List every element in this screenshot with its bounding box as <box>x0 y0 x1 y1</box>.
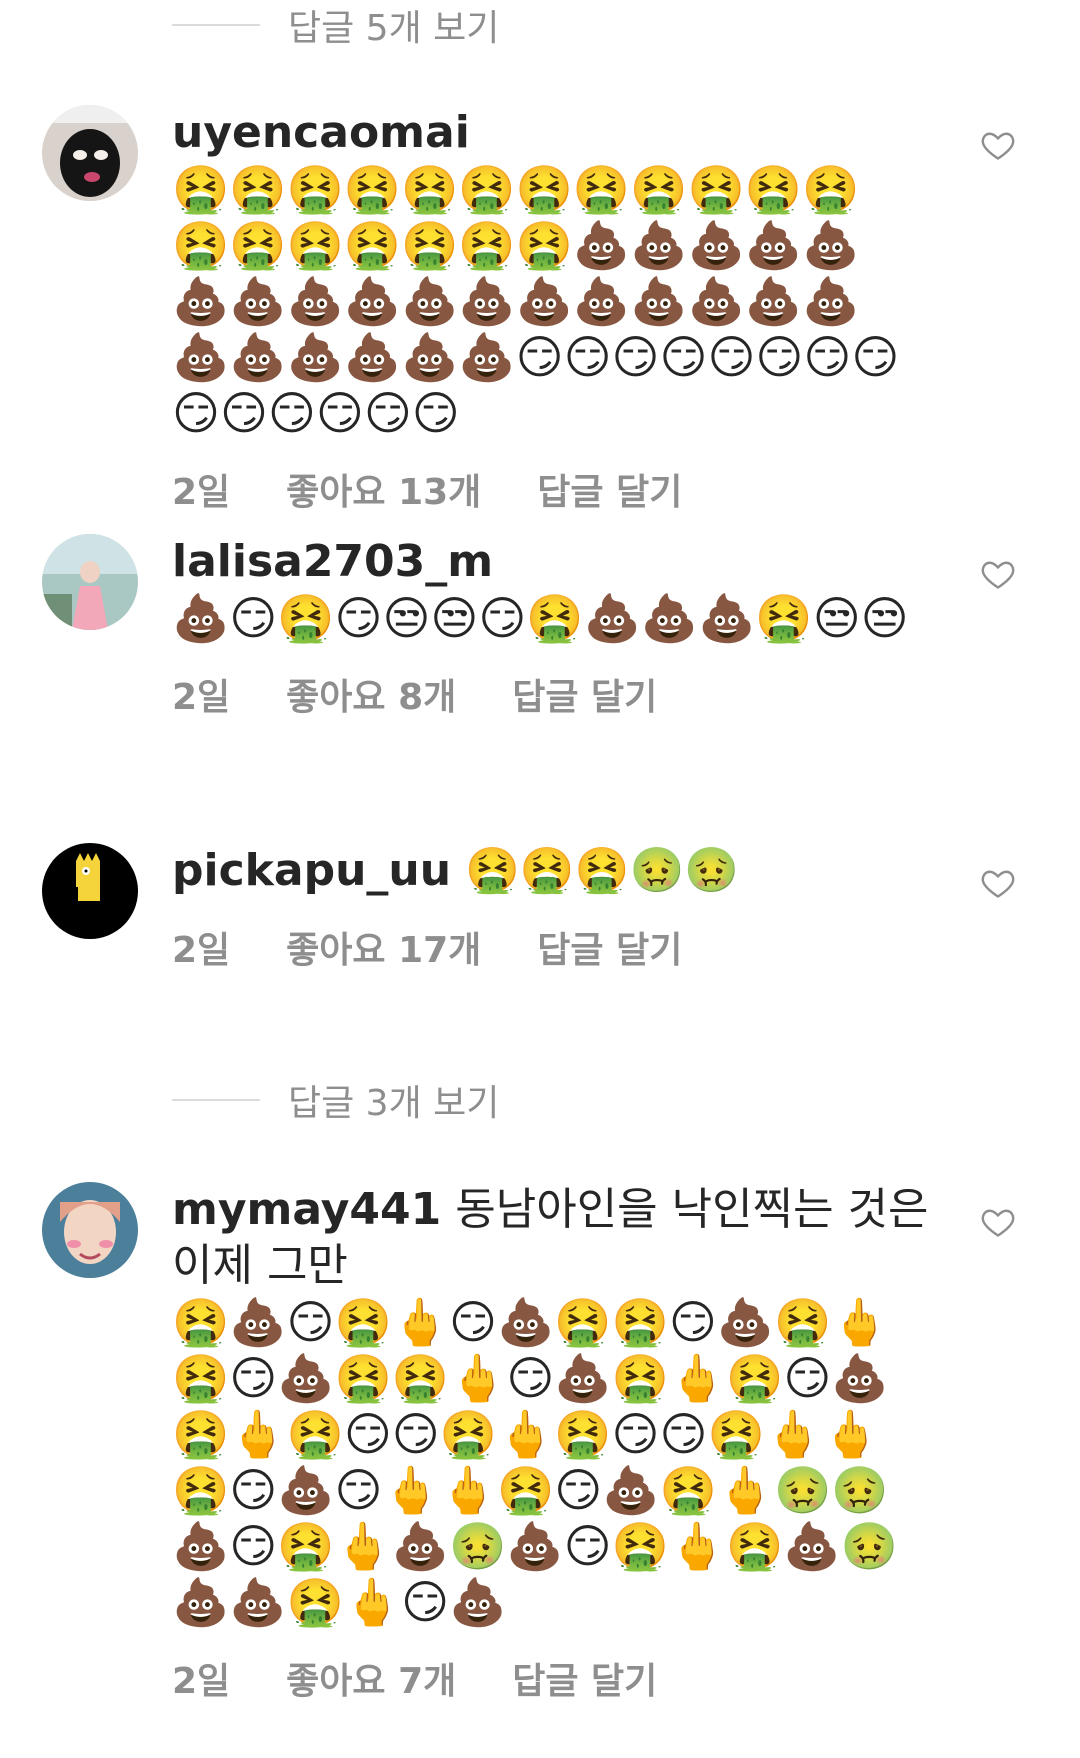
like-heart-icon[interactable] <box>980 556 1016 592</box>
like-heart-icon[interactable] <box>980 865 1016 901</box>
comment-emojis: 💩😏🤮😏😒😒😏🤮💩💩💩🤮😒😒 <box>172 591 909 645</box>
view-replies-label[interactable]: 답글 5개 보기 <box>288 0 499 51</box>
comment-meta: 2일 좋아요 7개 답글 달기 <box>172 1652 932 1704</box>
likes-count-link[interactable]: 좋아요 13개 <box>286 463 481 515</box>
avatar-image-icon <box>42 843 138 939</box>
comment-text-line: lalisa2703_m <box>172 534 932 590</box>
comment-emojis: 🤮💩😏🤮🖕😏💩🤮🤮😏💩🤮🖕🤮😏💩🤮🤮🖕😏💩🤮🖕🤮😏💩🤮🖕🤮😏😏🤮🖕🤮😏😏🤮🖕🖕🤮… <box>172 1295 898 1629</box>
comment-text-line: uyencaomai <box>172 105 932 161</box>
reply-link[interactable]: 답글 달기 <box>512 668 657 720</box>
divider-line <box>172 24 260 26</box>
comment-username[interactable]: uyencaomai <box>172 107 470 158</box>
comment-time: 2일 <box>172 1661 231 1702</box>
avatar-image-icon <box>42 105 138 201</box>
comment-username[interactable]: lalisa2703_m <box>172 536 493 587</box>
comment-text-line: pickapu_uu 🤮🤮🤮🤢🤢 <box>172 843 932 899</box>
reply-link[interactable]: 답글 달기 <box>537 463 682 515</box>
comments-page: 답글 5개 보기 uyencaomai 🤮🤮🤮🤮🤮🤮🤮🤮🤮🤮🤮🤮🤮🤮🤮🤮🤮🤮🤮💩… <box>0 0 1080 1758</box>
comment-time: 2일 <box>172 930 231 971</box>
comment-emojis-inline: 🤮🤮🤮🤢🤢 <box>465 845 740 896</box>
view-replies-mid[interactable]: 답글 3개 보기 <box>172 1075 499 1125</box>
avatar-image-icon <box>42 1182 138 1278</box>
likes-count-link[interactable]: 좋아요 8개 <box>286 668 456 720</box>
comment-emojis: 🤮🤮🤮🤮🤮🤮🤮🤮🤮🤮🤮🤮🤮🤮🤮🤮🤮🤮🤮💩💩💩💩💩💩💩💩💩💩💩💩💩💩💩💩💩💩💩💩💩… <box>172 162 900 440</box>
comment-meta: 2일 좋아요 17개 답글 달기 <box>172 921 932 973</box>
divider-line <box>172 1099 260 1101</box>
like-heart-icon[interactable] <box>980 1204 1016 1240</box>
avatar-image-icon <box>42 534 138 630</box>
likes-count-link[interactable]: 좋아요 17개 <box>286 921 481 973</box>
comment-body: mymay441 동남아인을 낙인찍는 것은 이제 그만 🤮💩😏🤮🖕😏💩🤮🤮😏💩🤮… <box>172 1182 932 1704</box>
comment-time: 2일 <box>172 677 231 718</box>
reply-link[interactable]: 답글 달기 <box>537 921 682 973</box>
avatar[interactable] <box>42 843 138 939</box>
like-heart-icon[interactable] <box>980 127 1016 163</box>
avatar[interactable] <box>42 1182 138 1278</box>
comment-text-line: mymay441 동남아인을 낙인찍는 것은 이제 그만 <box>172 1182 932 1294</box>
comment-meta: 2일 좋아요 8개 답글 달기 <box>172 668 932 720</box>
likes-count-link[interactable]: 좋아요 7개 <box>286 1652 456 1704</box>
comment-username[interactable]: pickapu_uu <box>172 845 451 896</box>
avatar[interactable] <box>42 534 138 630</box>
comment-body: uyencaomai 🤮🤮🤮🤮🤮🤮🤮🤮🤮🤮🤮🤮🤮🤮🤮🤮🤮🤮🤮💩💩💩💩💩💩💩💩💩💩… <box>172 105 932 515</box>
view-replies-label[interactable]: 답글 3개 보기 <box>288 1074 499 1126</box>
comment-username[interactable]: mymay441 <box>172 1184 441 1235</box>
comment-body: pickapu_uu 🤮🤮🤮🤢🤢 2일 좋아요 17개 답글 달기 <box>172 843 932 973</box>
comment-body: lalisa2703_m 💩😏🤮😏😒😒😏🤮💩💩💩🤮😒😒 2일 좋아요 8개 답글… <box>172 534 932 720</box>
avatar[interactable] <box>42 105 138 201</box>
comment-meta: 2일 좋아요 13개 답글 달기 <box>172 463 932 515</box>
view-replies-top[interactable]: 답글 5개 보기 <box>172 0 499 50</box>
reply-link[interactable]: 답글 달기 <box>512 1652 657 1704</box>
comment-time: 2일 <box>172 472 231 513</box>
